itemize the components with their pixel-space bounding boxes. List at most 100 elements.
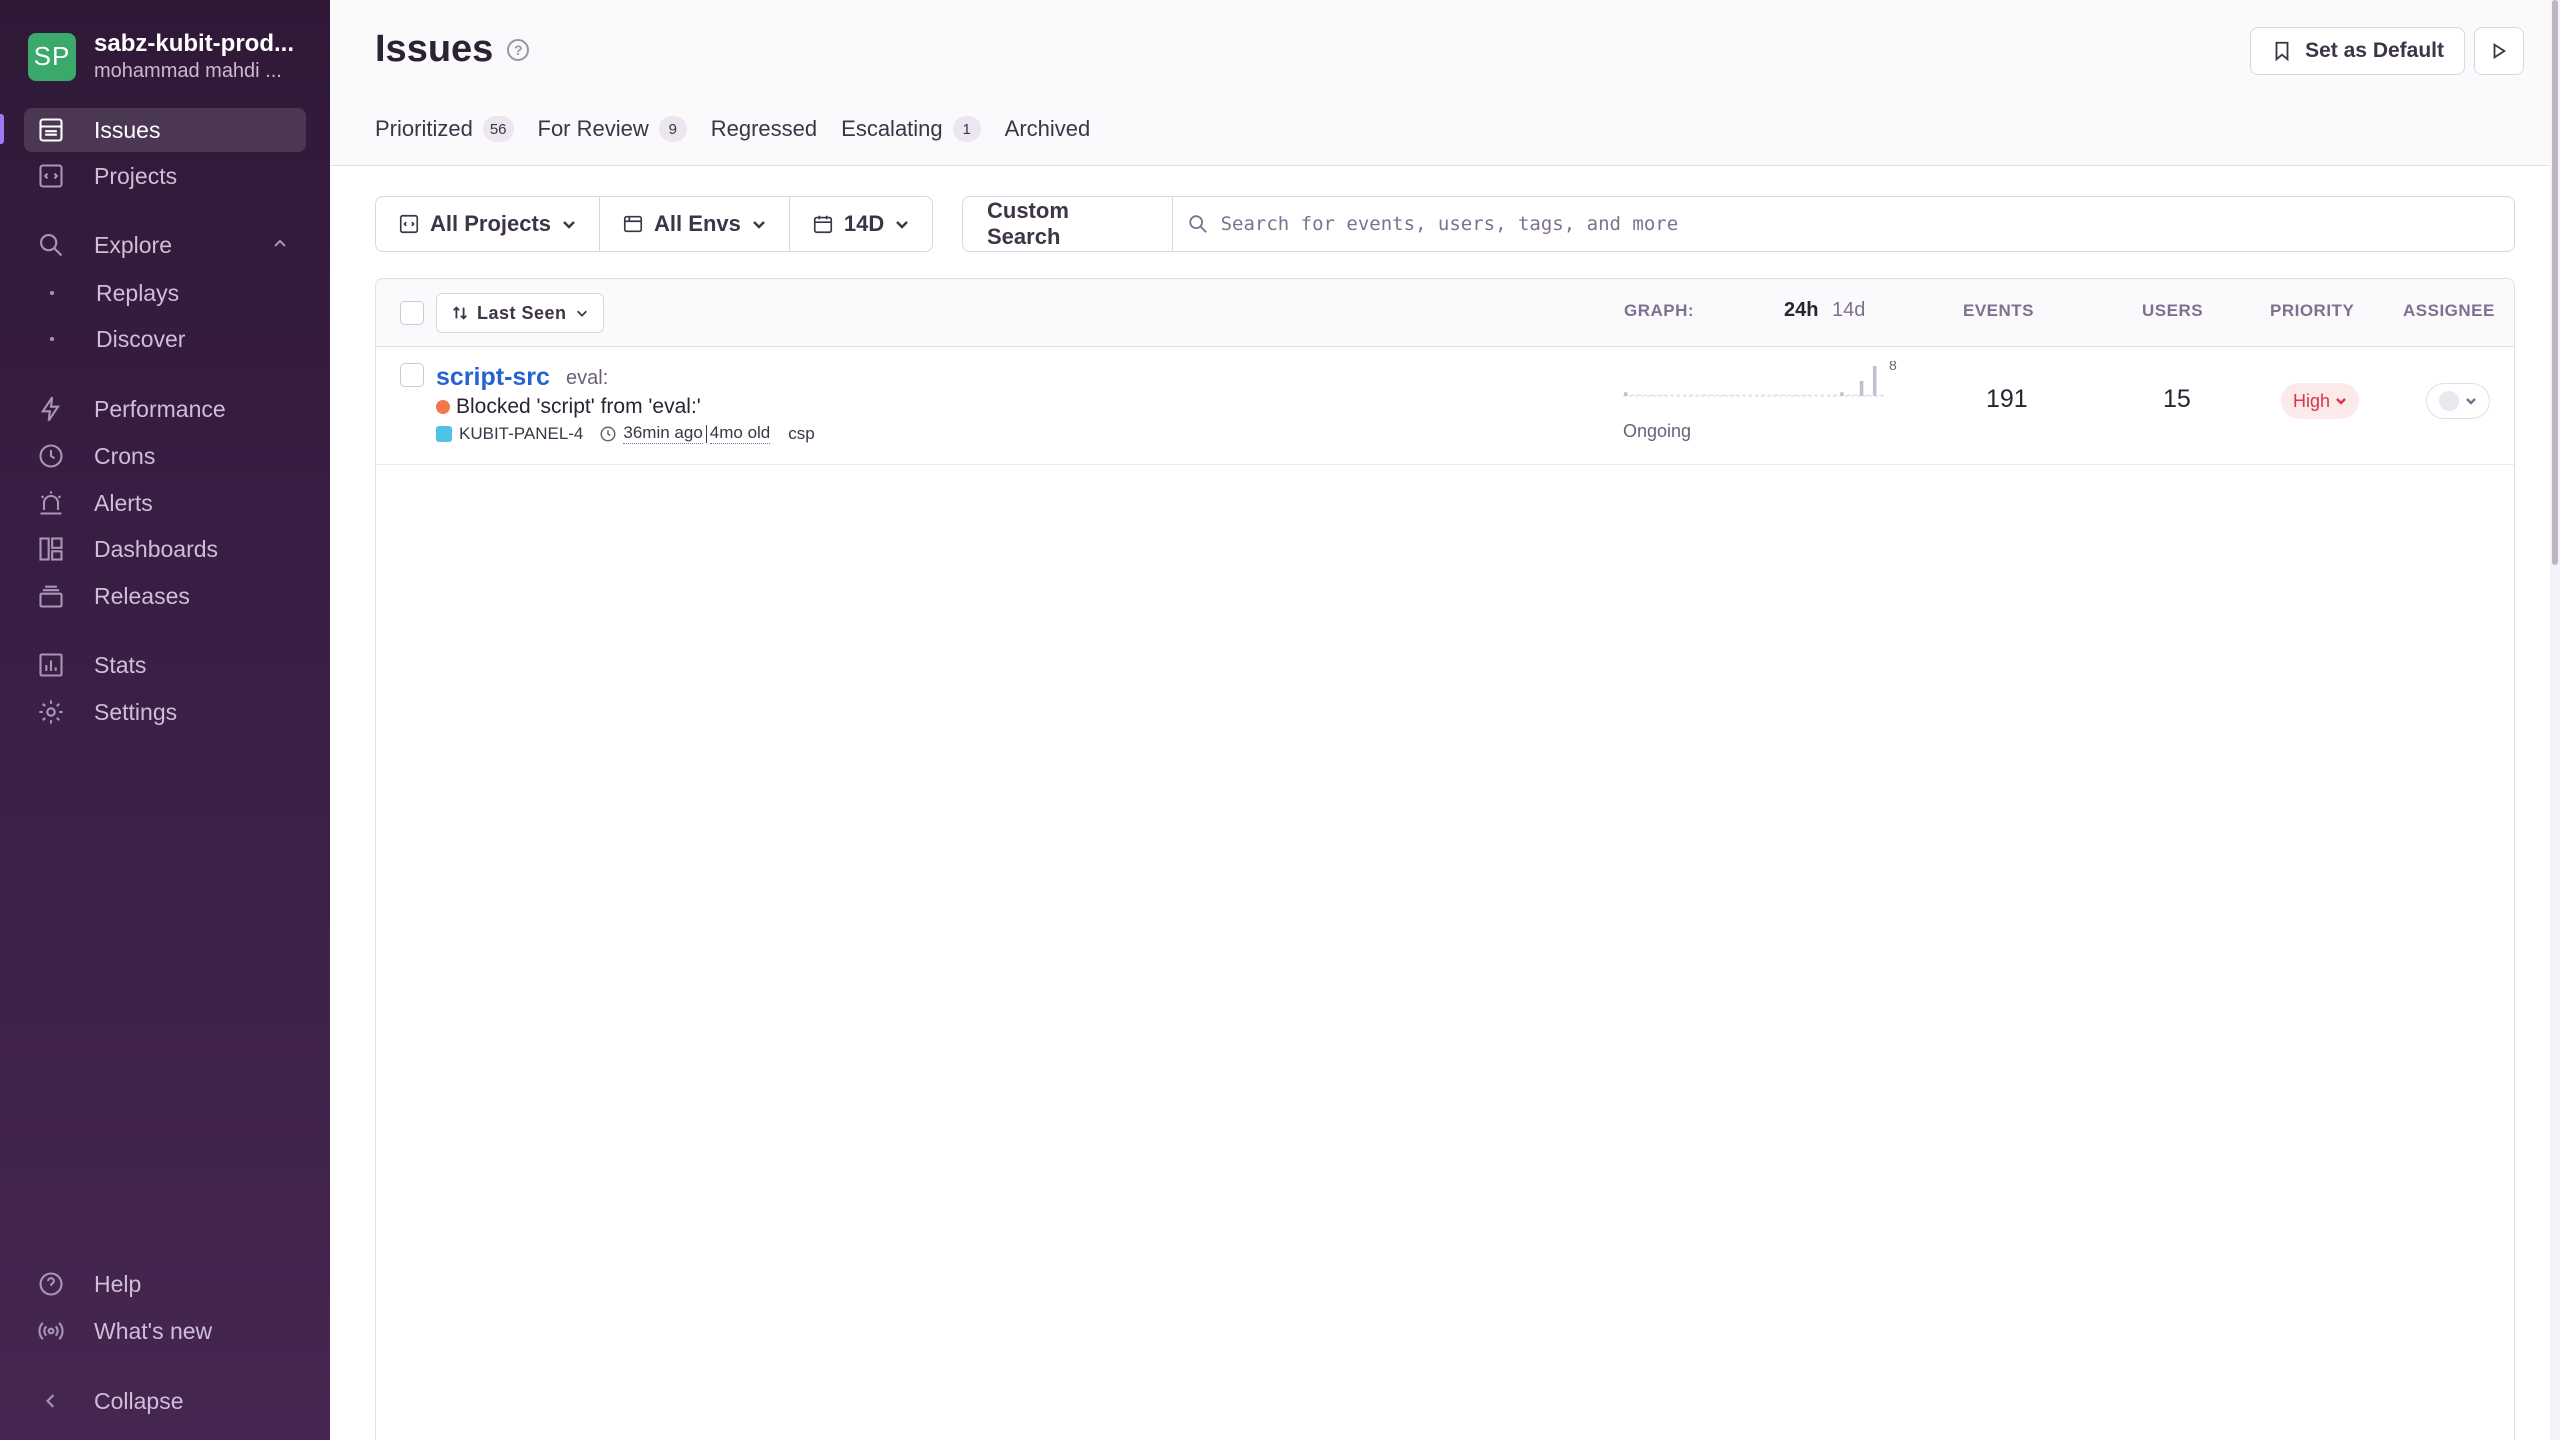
active-indicator	[0, 114, 4, 144]
sparkline-bar	[1728, 394, 1733, 396]
sparkline-bar	[1624, 392, 1628, 396]
last-seen[interactable]: 36min ago	[623, 423, 703, 444]
environment-filter-button[interactable]: All Envs	[600, 197, 790, 251]
collapse-button[interactable]: Collapse	[24, 1379, 306, 1423]
graph-header: GRAPH:	[1624, 301, 1695, 320]
sparkline-bar	[1781, 394, 1785, 396]
scrollbar[interactable]	[2550, 0, 2560, 1440]
sparkline-bar	[1676, 394, 1680, 396]
chevron-up-icon	[270, 233, 290, 253]
tab-regressed[interactable]: Regressed	[711, 116, 817, 142]
table-header: Last Seen GRAPH: 24h 14d EVENTS USERS PR…	[376, 279, 2514, 347]
dashboard-icon	[36, 534, 66, 564]
sidebar-item-help[interactable]: Help	[24, 1262, 306, 1306]
sparkline-bar	[1656, 394, 1661, 396]
play-button[interactable]	[2474, 27, 2524, 75]
search-icon	[36, 230, 66, 260]
lightning-icon	[36, 394, 66, 424]
custom-search-button[interactable]: Custom Search	[963, 197, 1173, 251]
sparkline-bar	[1794, 394, 1798, 396]
sidebar-item-dashboards[interactable]: Dashboards	[24, 527, 306, 571]
search-input[interactable]	[1220, 213, 2514, 235]
sparkline-bar	[1774, 394, 1779, 396]
bookmark-icon	[2275, 41, 2289, 62]
issue-title-link[interactable]: script-src	[436, 363, 550, 392]
chevron-down-icon	[576, 310, 587, 317]
sidebar-item-label: Help	[94, 1270, 142, 1297]
tab-escalating[interactable]: Escalating 1	[841, 116, 981, 142]
sidebar-item-label: Issues	[94, 116, 161, 143]
sparkline-bar	[1827, 394, 1831, 396]
sidebar-item-alerts[interactable]: Alerts	[24, 481, 306, 525]
select-all-checkbox[interactable]	[400, 301, 424, 325]
clock-icon	[599, 425, 617, 443]
sparkline-bar	[1833, 394, 1838, 396]
chevron-down-icon	[753, 221, 765, 229]
sparkline-bar	[1709, 394, 1713, 396]
sparkline-bar	[1643, 394, 1648, 396]
sidebar-item-settings[interactable]: Settings	[24, 690, 306, 734]
issue-tag: csp	[788, 423, 815, 443]
events-count[interactable]: 191	[1986, 385, 2028, 414]
issues-icon	[36, 115, 66, 145]
sparkline-bar	[1840, 392, 1844, 396]
table-row[interactable]: script-src eval: Blocked 'script' from '…	[376, 347, 2514, 465]
assignee-selector[interactable]	[2426, 383, 2490, 419]
priority-dropdown[interactable]: High	[2281, 383, 2360, 419]
sparkline-max-label: 8	[1889, 361, 1897, 373]
help-icon	[36, 1269, 66, 1299]
sort-button[interactable]: Last Seen	[436, 293, 604, 333]
sidebar-item-crons[interactable]: Crons	[24, 434, 306, 478]
chevron-left-icon	[36, 1386, 66, 1416]
sidebar-item-label: Discover	[96, 325, 186, 352]
gear-icon	[36, 697, 66, 727]
sidebar-item-whats-new[interactable]: What's new	[24, 1309, 306, 1353]
tab-prioritized[interactable]: Prioritized 56	[375, 116, 514, 142]
avatar	[2439, 391, 2459, 411]
assignee-header: ASSIGNEE	[2403, 301, 2495, 320]
org-switcher[interactable]: SP sabz-kubit-prod... mohammad mahdi ...	[28, 30, 309, 83]
collapse-label: Collapse	[94, 1387, 184, 1414]
row-checkbox[interactable]	[400, 363, 424, 387]
sidebar-item-explore[interactable]: Explore	[24, 223, 306, 267]
sidebar-item-projects[interactable]: Projects	[24, 154, 306, 198]
first-seen[interactable]: 4mo old	[709, 423, 771, 444]
short-id[interactable]: KUBIT-PANEL-4	[459, 424, 583, 444]
sidebar-item-replays[interactable]: Replays	[24, 273, 306, 313]
sidebar-item-label: Explore	[94, 231, 172, 258]
sparkline-bar	[1768, 394, 1772, 396]
sidebar-item-label: What's new	[94, 1317, 213, 1344]
projects-icon	[36, 161, 66, 191]
sparkline-bar	[1630, 394, 1635, 396]
sidebar-item-discover[interactable]: Discover	[24, 319, 306, 359]
sparkline-bar	[1696, 394, 1700, 396]
broadcast-icon	[36, 1316, 66, 1346]
scrollbar-thumb[interactable]	[2552, 0, 2558, 565]
project-filter-button[interactable]: All Projects	[376, 197, 601, 251]
org-name: sabz-kubit-prod...	[94, 30, 294, 57]
question-icon[interactable]: ?	[507, 38, 530, 61]
graph-14d-toggle[interactable]: 14d	[1832, 299, 1865, 322]
set-as-default-button[interactable]: Set as Default	[2250, 27, 2465, 75]
sparkline-bar	[1722, 394, 1726, 396]
sidebar-item-issues[interactable]: Issues	[24, 108, 306, 152]
clock-icon	[36, 441, 66, 471]
sort-icon	[453, 306, 467, 320]
users-count[interactable]: 15	[2163, 385, 2191, 414]
sparkline-bar	[1755, 394, 1759, 396]
org-avatar: SP	[28, 32, 76, 81]
page-filters: All Projects All Envs 14D	[375, 196, 934, 252]
tab-count: 9	[658, 116, 687, 142]
sidebar-item-releases[interactable]: Releases	[24, 574, 306, 618]
sidebar-item-stats[interactable]: Stats	[24, 643, 306, 687]
date-filter-button[interactable]: 14D	[790, 197, 932, 251]
sidebar-item-label: Releases	[94, 582, 190, 609]
sparkline-bar	[1853, 394, 1857, 396]
sidebar-item-performance[interactable]: Performance	[24, 387, 306, 431]
tab-for-review[interactable]: For Review 9	[538, 116, 687, 142]
sparkline-bar	[1702, 394, 1707, 396]
page-title: Issues	[375, 28, 494, 70]
graph-24h-toggle[interactable]: 24h	[1784, 299, 1818, 322]
chevron-down-icon	[2336, 398, 2346, 405]
tab-archived[interactable]: Archived	[1005, 116, 1091, 142]
